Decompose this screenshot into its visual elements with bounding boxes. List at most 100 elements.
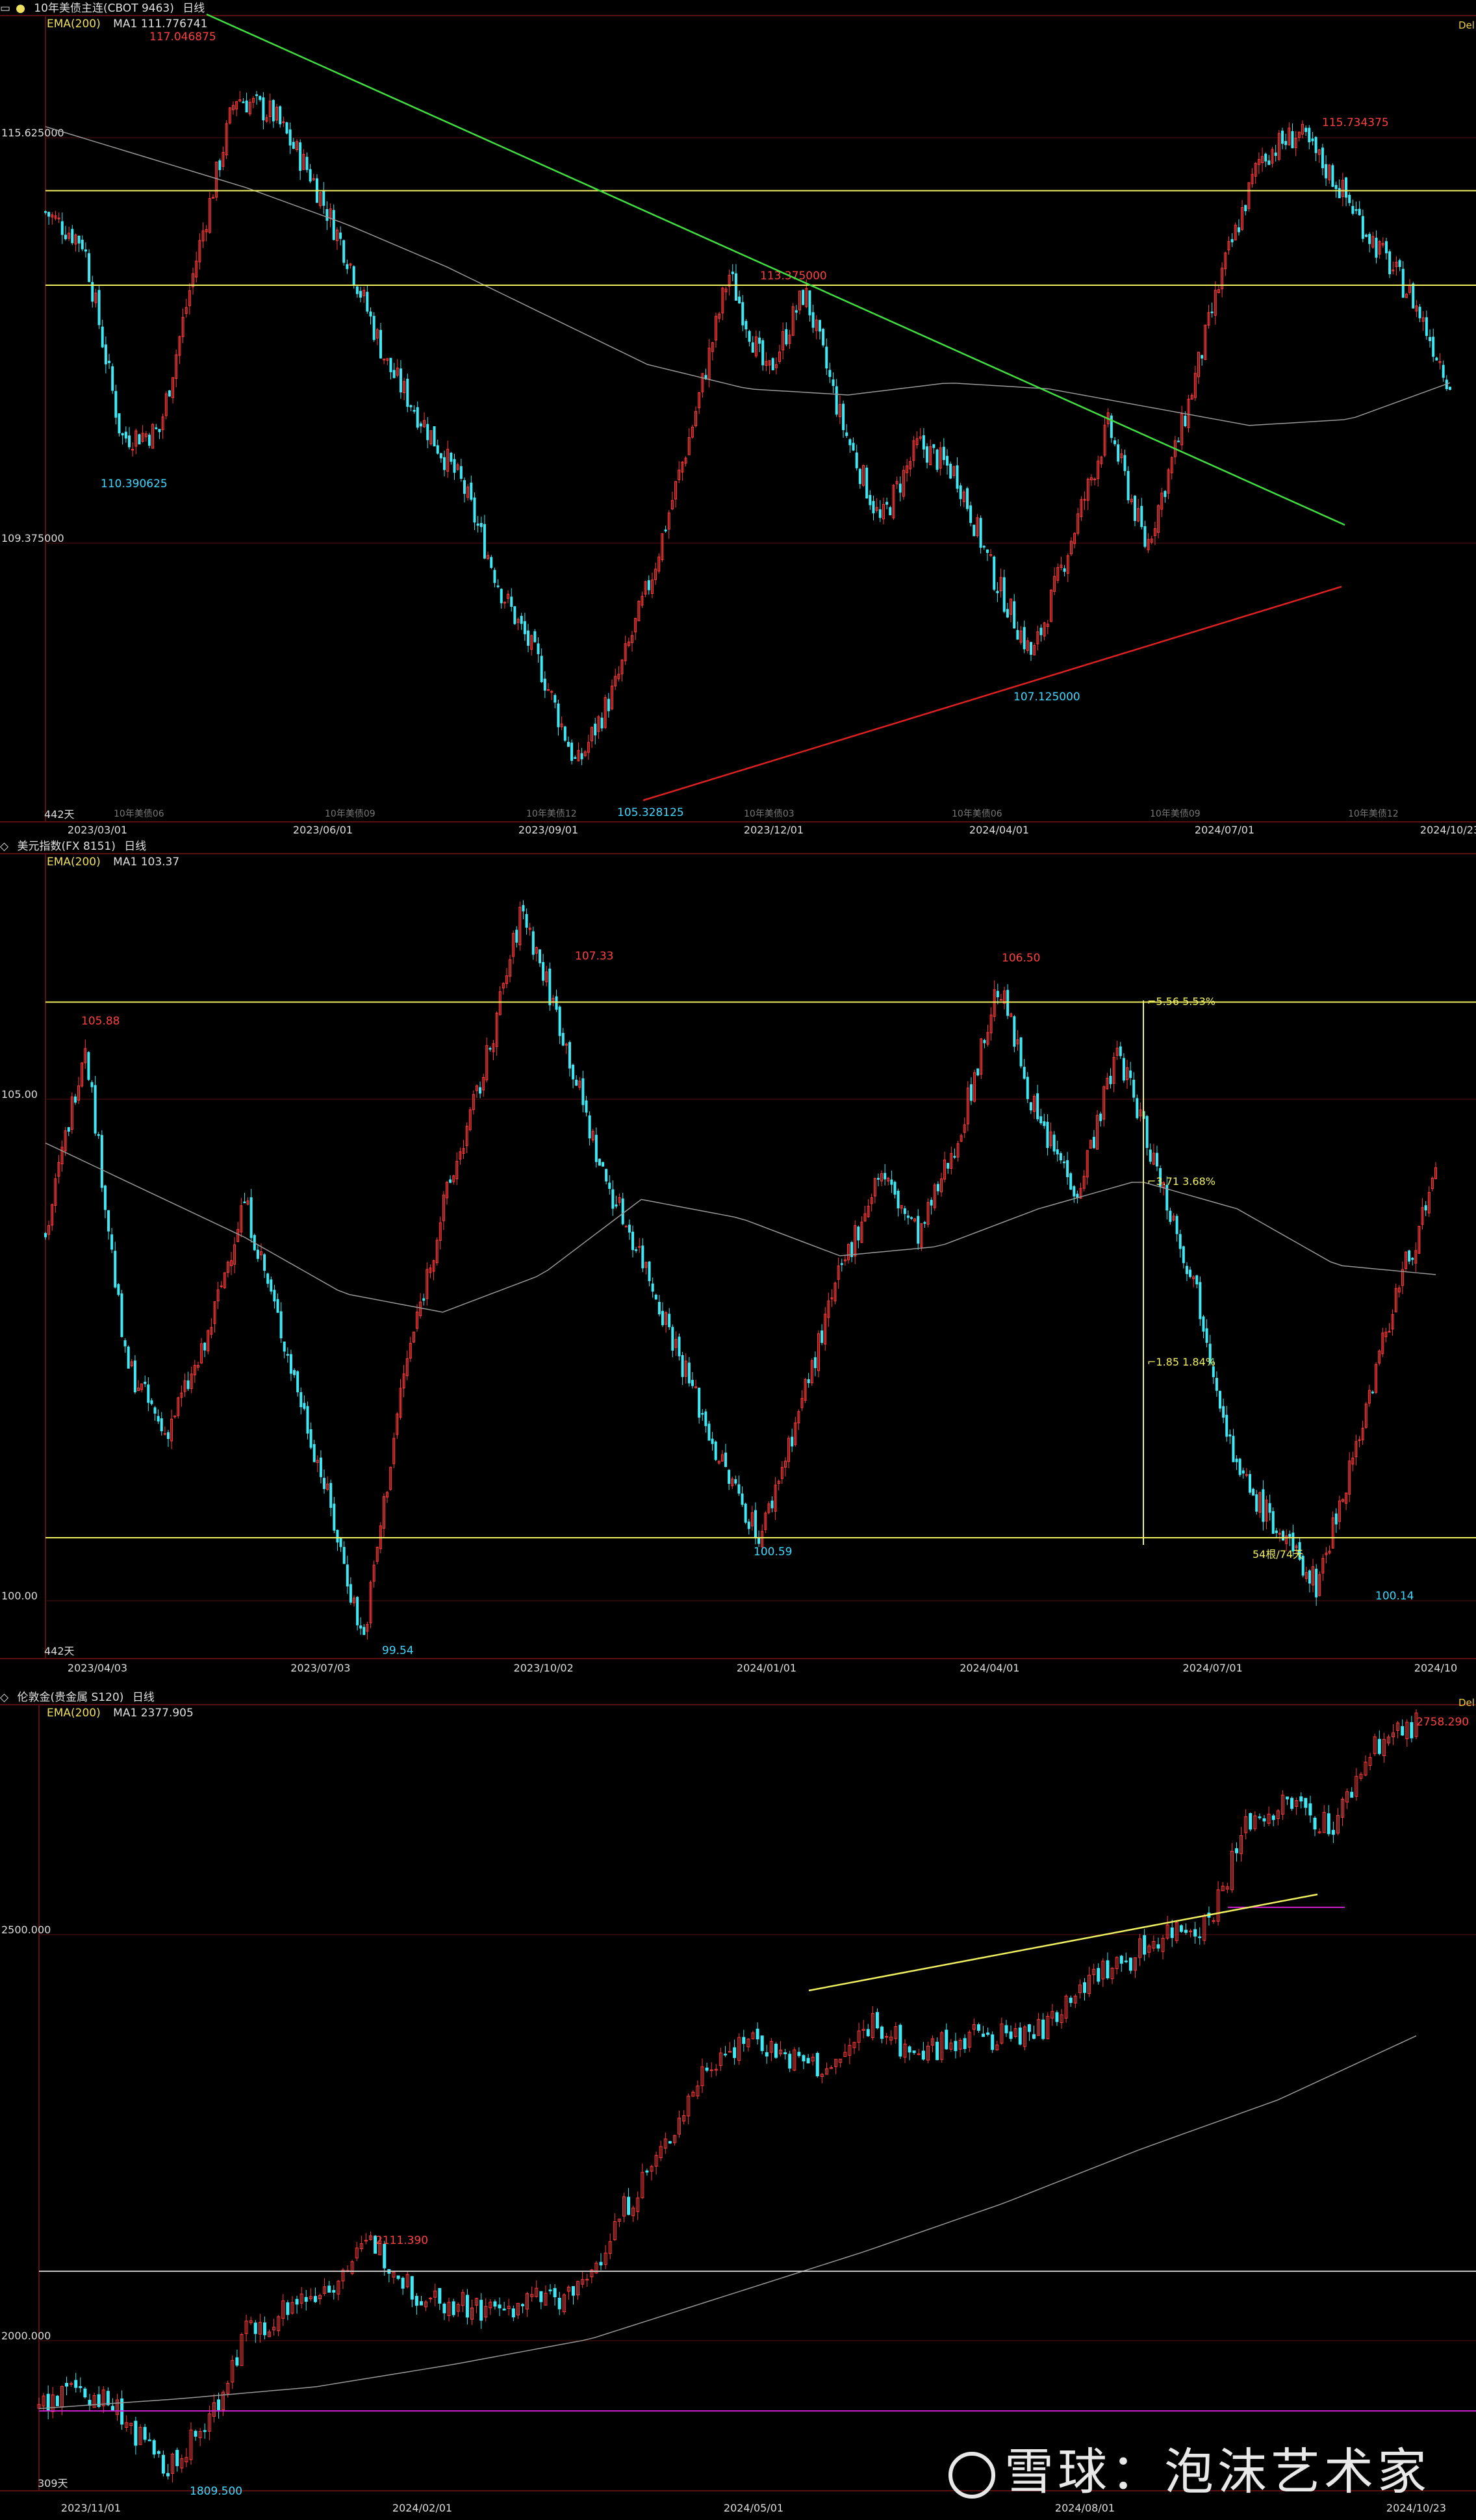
candle-down (383, 2244, 387, 2269)
candle-down (791, 1436, 794, 1447)
candle-down (413, 410, 416, 412)
candle-down (947, 1163, 950, 1169)
candle-down (543, 678, 546, 691)
candle-down (734, 1479, 737, 1484)
candle-down (101, 326, 104, 348)
candle-down (1106, 1960, 1110, 1979)
candle-down (600, 717, 604, 729)
candle-down (81, 239, 84, 249)
candle-down (898, 2024, 902, 2057)
candle-down (118, 413, 121, 434)
candle-down (327, 2285, 331, 2293)
candle-down (802, 2055, 806, 2061)
candle-down (306, 1406, 309, 1434)
candle-down (1321, 147, 1324, 168)
candle-down (64, 235, 67, 240)
candle-down (1006, 609, 1009, 618)
candle-down (760, 2035, 764, 2052)
candle-down (406, 379, 409, 407)
candle-down (878, 509, 882, 518)
candle-down (825, 346, 828, 369)
candle-down (511, 2308, 515, 2318)
candle-down (305, 157, 309, 170)
candle-down (993, 556, 996, 590)
candle-down (561, 1032, 565, 1046)
candle-down (1442, 364, 1445, 378)
candle-down (553, 2288, 557, 2298)
candle-down (1041, 2019, 1045, 2039)
candle-down (303, 1403, 306, 1409)
candle-down (168, 390, 171, 397)
candle-down (770, 1500, 774, 1508)
candle-down (1282, 1531, 1285, 1541)
candle-down (1184, 415, 1187, 427)
candle-down (1429, 337, 1432, 342)
candle-down (953, 1156, 956, 1158)
candle-down (1119, 1955, 1123, 1964)
candle-down (1449, 387, 1451, 390)
candle-down (110, 1234, 114, 1250)
candle-down (452, 2301, 455, 2315)
candle-down (748, 331, 751, 342)
candle-down (55, 2395, 59, 2406)
candle-down (922, 435, 925, 450)
price-tick-label: 2500.000 (1, 1924, 51, 1936)
candle-down (1258, 1816, 1262, 1818)
candle-down (1225, 1414, 1228, 1437)
candle-down (1281, 131, 1284, 144)
candle-down (906, 1215, 910, 1218)
candle-down (1361, 216, 1364, 239)
candle-down (908, 2046, 911, 2053)
candle-down (339, 233, 342, 239)
candle-down (299, 142, 302, 171)
candle-down (114, 1251, 117, 1288)
candle-down (77, 235, 81, 244)
candle-down (1275, 1530, 1278, 1533)
candle-down (607, 698, 610, 711)
candle-down (664, 529, 667, 531)
date-tick-label: 2024/04/01 (969, 824, 1029, 836)
candle-down (714, 1441, 717, 1460)
candle-down (272, 100, 275, 121)
candle-down (123, 1340, 127, 1347)
candle-down (1076, 1193, 1079, 1198)
candle-down (366, 292, 369, 312)
candle-down (479, 1087, 482, 1094)
candle-down (1113, 440, 1117, 444)
candle-down (1350, 1792, 1354, 1798)
candle-down (537, 643, 540, 654)
candle-down (728, 1470, 731, 1484)
candle-down (598, 1158, 601, 1166)
candle-down (436, 445, 439, 454)
candle-down (153, 1407, 157, 1414)
candle-down (1164, 490, 1167, 497)
candle-down (757, 1538, 761, 1544)
candle-down (602, 1162, 605, 1167)
candle-down (256, 1249, 259, 1259)
contract-label: 10年美债06 (952, 809, 1002, 819)
candle-down (127, 1346, 130, 1369)
candle-down (737, 1484, 741, 1494)
candle-down (963, 2038, 967, 2049)
candle-down (687, 1362, 691, 1384)
candle-down (1351, 206, 1355, 214)
candle-down (1063, 568, 1066, 572)
candle-down (263, 1254, 266, 1271)
ema200-line (45, 126, 1451, 426)
candle-down (124, 431, 127, 439)
gold-panel: ◇ 伦敦金(贵金属 S120) 日线 EMA(200) MA1 2377.905… (0, 1689, 1476, 2520)
candle-down (599, 2261, 603, 2266)
candle-down (1248, 1474, 1251, 1493)
treasury-chart[interactable]: 115.625000 109.375000 2023/03/01 2023/06/01… (0, 0, 1476, 838)
date-tick-label: 2023/03/01 (68, 824, 127, 836)
candle-down (355, 286, 359, 294)
gold-chart[interactable]: 2500.000 2000.000 2023/11/01 2024/02/01 2024… (0, 1689, 1476, 2520)
candle-down (111, 366, 114, 391)
dxy-chart[interactable]: 105.00 100.00 2023/04/03 2023/07/03 2023/10/… (0, 838, 1476, 1689)
candle-down (628, 1225, 631, 1233)
candle-down (724, 1453, 728, 1467)
candle-down (1175, 1215, 1178, 1234)
candle-down (986, 549, 989, 553)
candle-down (1299, 1796, 1303, 1801)
candle-down (312, 1444, 316, 1462)
